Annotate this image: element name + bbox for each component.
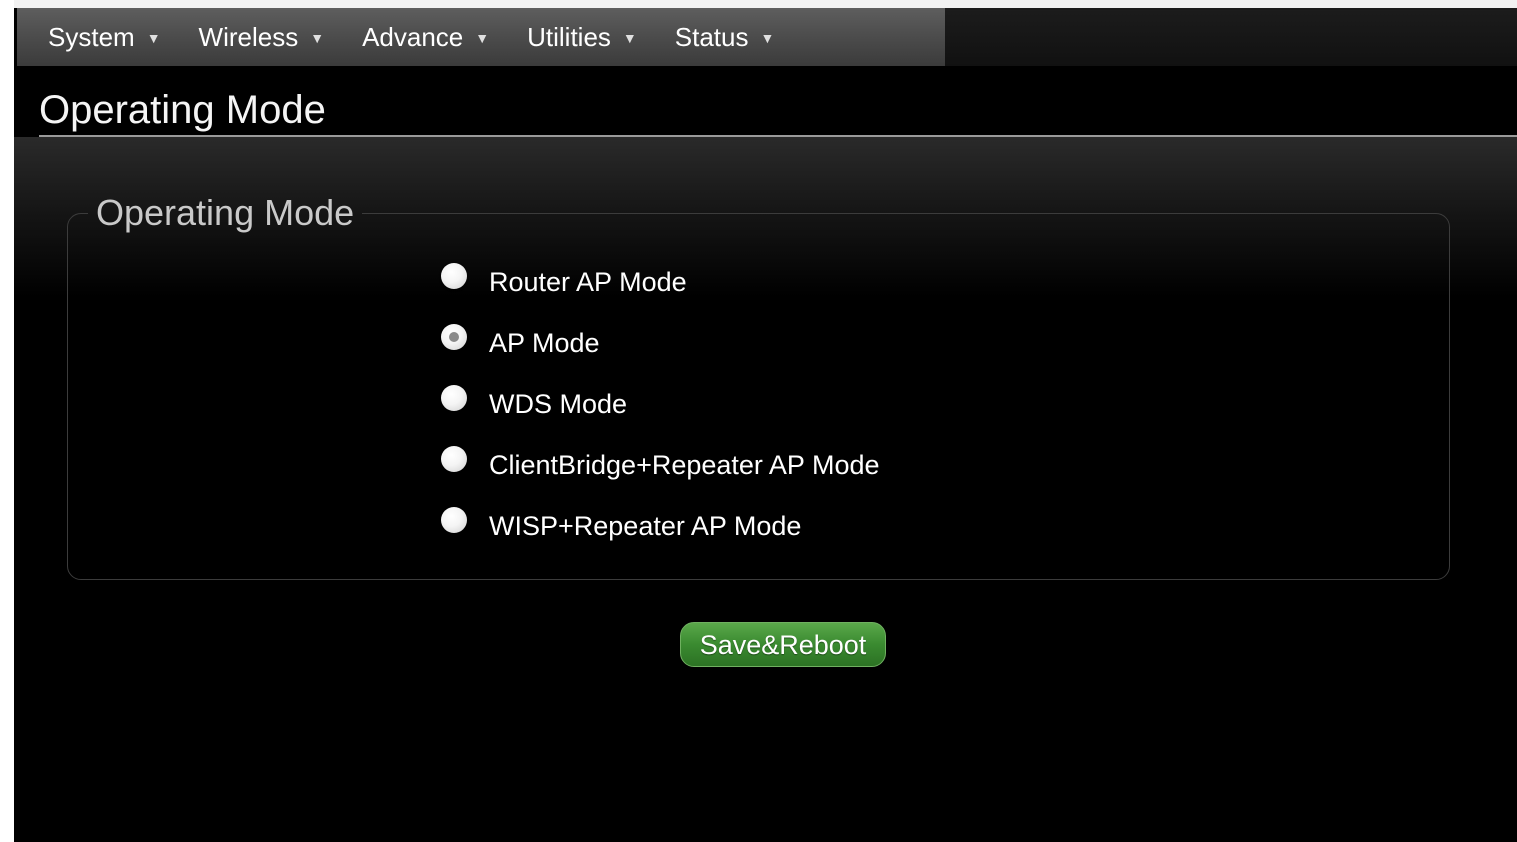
main-nav: System ▼ Wireless ▼ Advance ▼ Utilities …: [17, 8, 945, 66]
nav-item-label: System: [48, 21, 135, 52]
nav-item-advance[interactable]: Advance ▼: [362, 22, 489, 53]
radio-wds-mode[interactable]: [441, 385, 467, 411]
app-frame: System ▼ Wireless ▼ Advance ▼ Utilities …: [14, 0, 1517, 842]
nav-item-wireless[interactable]: Wireless ▼: [199, 22, 325, 53]
option-label: AP Mode: [489, 328, 600, 358]
page-title: Operating Mode: [39, 88, 326, 132]
option-router-ap-mode[interactable]: Router AP Mode: [441, 262, 880, 323]
option-clientbridge-repeater-ap-mode[interactable]: ClientBridge+Repeater AP Mode: [441, 445, 880, 506]
nav-item-label: Advance: [362, 21, 464, 52]
option-wds-mode[interactable]: WDS Mode: [441, 384, 880, 445]
caret-down-icon: ▼: [310, 30, 325, 46]
radio-router-ap-mode[interactable]: [441, 263, 467, 289]
top-strip: [14, 0, 1517, 8]
operating-mode-legend: Operating Mode: [96, 192, 355, 233]
radio-wisp-repeater-ap-mode[interactable]: [441, 507, 467, 533]
option-label: WDS Mode: [489, 389, 628, 419]
nav-item-label: Wireless: [198, 21, 299, 52]
option-wisp-repeater-ap-mode[interactable]: WISP+Repeater AP Mode: [441, 506, 880, 567]
mode-options: Router AP Mode AP Mode WDS Mode ClientBr…: [441, 262, 880, 567]
caret-down-icon: ▼: [622, 30, 637, 46]
caret-down-icon: ▼: [475, 30, 490, 46]
option-label: Router AP Mode: [489, 267, 687, 297]
nav-item-utilities[interactable]: Utilities ▼: [527, 22, 637, 53]
option-label: ClientBridge+Repeater AP Mode: [489, 450, 880, 480]
save-reboot-button[interactable]: Save&Reboot: [680, 622, 886, 667]
radio-ap-mode[interactable]: [441, 324, 467, 350]
caret-down-icon: ▼: [146, 30, 161, 46]
window-left-edge: [0, 0, 14, 842]
nav-item-status[interactable]: Status ▼: [675, 22, 775, 53]
option-ap-mode[interactable]: AP Mode: [441, 323, 880, 384]
caret-down-icon: ▼: [760, 30, 775, 46]
radio-clientbridge-repeater-ap-mode[interactable]: [441, 446, 467, 472]
nav-item-label: Status: [674, 21, 749, 52]
option-label: WISP+Repeater AP Mode: [489, 511, 802, 541]
title-divider: [39, 135, 1517, 137]
nav-item-system[interactable]: System ▼: [48, 22, 161, 53]
nav-filler: [945, 8, 1517, 66]
nav-item-label: Utilities: [527, 21, 611, 52]
